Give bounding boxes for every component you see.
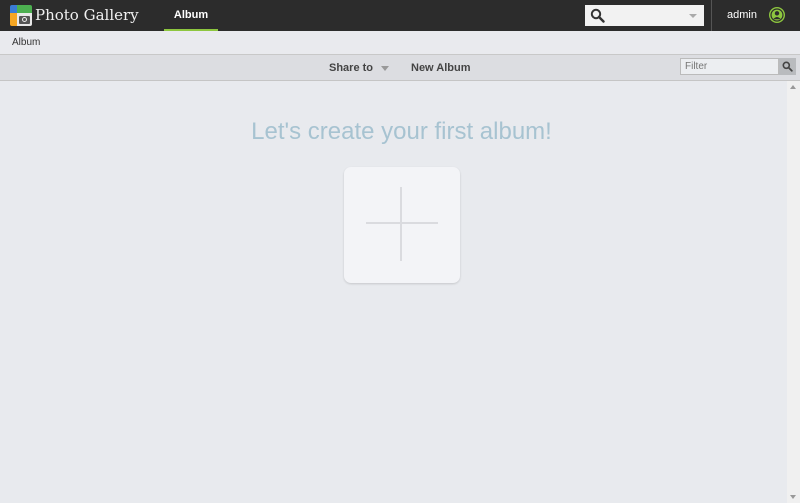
breadcrumb-item-album[interactable]: Album (12, 37, 40, 48)
share-to-button[interactable]: Share to (329, 62, 373, 74)
plus-icon (366, 222, 438, 224)
search-icon[interactable] (590, 8, 605, 28)
app-title: Photo Gallery (35, 6, 139, 24)
new-album-button[interactable]: New Album (411, 62, 471, 74)
plus-icon (400, 187, 402, 261)
empty-state-headline: Let's create your first album! (251, 118, 552, 145)
search-icon (782, 61, 793, 72)
tab-album[interactable]: Album (164, 0, 218, 31)
user-name[interactable]: admin (727, 0, 757, 31)
scroll-down-arrow-icon[interactable] (790, 495, 796, 499)
global-search-box[interactable] (585, 5, 704, 26)
album-content-area: Let's create your first album! (0, 81, 787, 503)
scroll-up-arrow-icon[interactable] (790, 85, 796, 89)
user-avatar-icon[interactable] (769, 7, 785, 23)
chevron-down-icon[interactable] (381, 66, 389, 71)
vertical-scrollbar[interactable] (787, 81, 800, 503)
toolbar: Share to New Album (0, 55, 800, 81)
filter-search-button[interactable] (779, 58, 796, 75)
breadcrumb-bar: Album (0, 31, 800, 55)
top-navigation-bar: Photo Gallery Album admin (0, 0, 800, 31)
search-dropdown-arrow-icon[interactable] (689, 14, 697, 18)
photo-gallery-logo-icon (10, 5, 32, 26)
divider (711, 0, 712, 31)
filter-input[interactable] (680, 58, 779, 75)
create-album-button[interactable] (344, 167, 460, 283)
